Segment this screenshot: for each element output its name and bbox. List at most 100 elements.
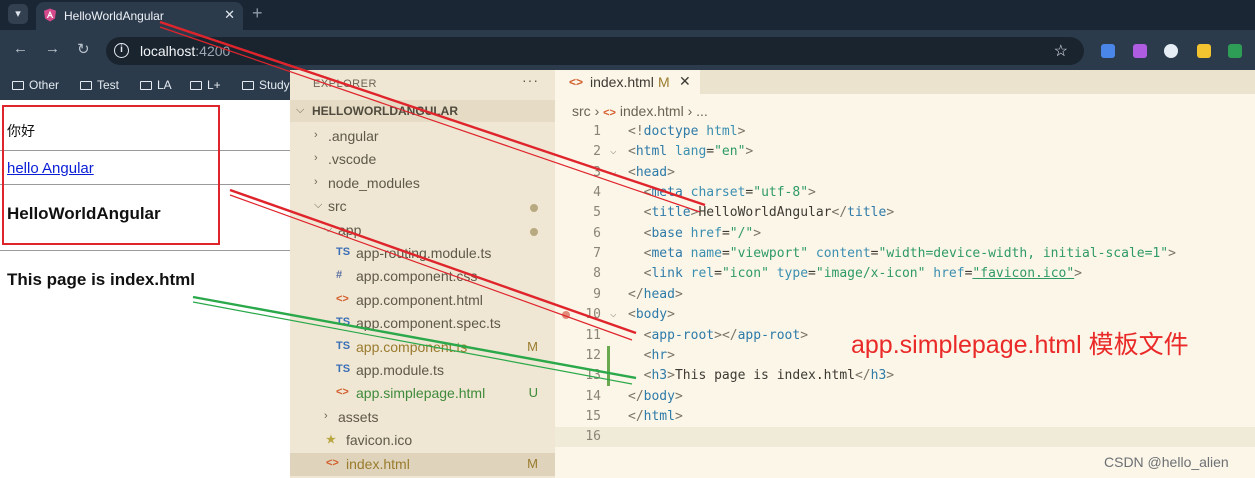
- file-tree-item[interactable]: TS app.module.ts: [290, 359, 555, 382]
- file-tree-item[interactable]: TS app.component.ts M: [290, 336, 555, 359]
- file-tree-item[interactable]: ⌵ app: [290, 219, 555, 242]
- code-line[interactable]: 7 <meta name="viewport" content="width=d…: [555, 244, 1255, 264]
- code-line[interactable]: 5 <title>HelloWorldAngular</title>: [555, 203, 1255, 223]
- html-file-icon: <>: [326, 456, 339, 469]
- file-tree-item[interactable]: TS app-routing.module.ts: [290, 242, 555, 265]
- extension-pen-icon[interactable]: [1133, 44, 1147, 58]
- folder-icon: [242, 81, 254, 90]
- extension-chrome-icon[interactable]: [1164, 44, 1178, 58]
- tab-search-chevron-icon[interactable]: ▾: [8, 4, 28, 24]
- line-source: <!doctype html>: [628, 124, 746, 139]
- chevron-right-icon: ›: [687, 103, 697, 119]
- file-tree-item[interactable]: ★ favicon.ico: [290, 429, 555, 452]
- git-change-marker: [607, 366, 610, 387]
- line-source: </body>: [628, 388, 683, 404]
- line-source: <title>HelloWorldAngular</title>: [643, 205, 895, 221]
- browser-tab[interactable]: HelloWorldAngular ✕: [36, 2, 243, 30]
- line-number: 4: [593, 185, 601, 201]
- file-tree-label: app-routing.module.ts: [356, 245, 492, 261]
- file-tree-label: .angular: [328, 128, 379, 144]
- line-number: 2: [593, 144, 601, 160]
- code-line[interactable]: 16: [555, 427, 1255, 448]
- breadcrumb-file[interactable]: index.html: [620, 103, 684, 119]
- extension-notes-icon[interactable]: [1197, 44, 1211, 58]
- file-tree-item[interactable]: <> app.component.html: [290, 289, 555, 312]
- file-tree-item[interactable]: TS app.component.spec.ts: [290, 312, 555, 335]
- bookmark-folder-lplus[interactable]: L+: [190, 78, 221, 92]
- editor-tab-index-html[interactable]: <> index.html M ✕: [555, 70, 700, 94]
- file-tree-item[interactable]: ⌵ src: [290, 195, 555, 218]
- forward-icon[interactable]: →: [45, 40, 60, 57]
- code-line[interactable]: 6 <base href="/">: [555, 224, 1255, 244]
- workspace-root[interactable]: ⌵ HELLOWORLDANGULAR: [290, 100, 555, 122]
- code-line[interactable]: 2 ⌵ <html lang="en">: [555, 142, 1255, 162]
- editor-area: <> index.html M ✕ src › <> index.html › …: [555, 70, 1255, 478]
- browser-toolbar: ← → ↻ i localhost:4200 ☆: [0, 30, 1255, 70]
- file-tree-label: app.simplepage.html: [356, 385, 486, 402]
- reload-icon[interactable]: ↻: [77, 40, 90, 58]
- file-tree-item[interactable]: <> index.html M: [290, 452, 555, 476]
- annotation-highlight-box: [2, 105, 220, 245]
- git-change-marker: [607, 345, 610, 366]
- code-line[interactable]: 1 <!doctype html>: [555, 122, 1255, 142]
- fold-chevron-icon[interactable]: ⌵: [610, 165, 617, 178]
- git-status-badge: M: [527, 455, 538, 471]
- angular-logo-icon: [44, 8, 56, 22]
- back-icon[interactable]: ←: [13, 40, 28, 57]
- bookmark-star-icon[interactable]: ☆: [1054, 41, 1068, 61]
- extension-sheets-icon[interactable]: [1228, 44, 1242, 58]
- code-line[interactable]: 8 <link rel="icon" type="image/x-icon" h…: [555, 264, 1255, 284]
- file-tree-item[interactable]: › .angular: [290, 125, 555, 148]
- more-actions-icon[interactable]: ···: [522, 72, 539, 88]
- fold-chevron-icon[interactable]: ⌵: [610, 144, 617, 157]
- line-source: <app-root></app-root>: [643, 327, 809, 343]
- line-source: <html lang="en">: [628, 144, 754, 160]
- file-tree-label: app.component.css: [356, 268, 478, 285]
- file-tree-label: app.component.ts: [356, 338, 468, 355]
- extension-docs-icon[interactable]: [1101, 44, 1115, 58]
- breadcrumb-symbols[interactable]: ...: [696, 103, 708, 119]
- line-number: 13: [585, 368, 601, 384]
- file-tree-item[interactable]: <> app.simplepage.html U: [290, 382, 555, 405]
- chevron-down-icon: ⌵: [314, 199, 323, 212]
- breadcrumb-src[interactable]: src: [572, 103, 591, 119]
- code-line[interactable]: 15 </html>: [555, 407, 1255, 427]
- folder-icon: [140, 81, 152, 90]
- file-tree-item[interactable]: › .vscode: [290, 148, 555, 171]
- code-line[interactable]: 14 </body>: [555, 387, 1255, 407]
- chevron-right-icon: ›: [314, 152, 318, 165]
- line-source: </html>: [628, 408, 683, 424]
- address-bar[interactable]: i localhost:4200 ☆: [106, 37, 1084, 65]
- code-line[interactable]: 4 <meta charset="utf-8">: [555, 183, 1255, 203]
- file-tree-item[interactable]: › assets: [290, 406, 555, 429]
- close-editor-icon[interactable]: ✕: [679, 73, 691, 90]
- code-line[interactable]: 10 ⌵ <body>: [555, 305, 1255, 325]
- bookmark-folder-other[interactable]: Other: [12, 78, 59, 92]
- browser-tab-strip: ▾ HelloWorldAngular ✕ +: [0, 0, 1255, 30]
- fold-chevron-icon[interactable]: ⌵: [610, 307, 617, 320]
- line-source: <link rel="icon" type="image/x-icon" hre…: [643, 266, 1082, 282]
- new-tab-icon[interactable]: +: [252, 3, 263, 24]
- file-tree-item[interactable]: # app.component.css: [290, 265, 555, 288]
- editor-tab-title: index.html: [590, 74, 654, 90]
- bookmark-folder-la[interactable]: LA: [140, 78, 172, 92]
- code-line[interactable]: 13 <h3>This page is index.html</h3>: [555, 366, 1255, 387]
- chevron-right-icon: ›: [324, 409, 328, 422]
- close-tab-icon[interactable]: ✕: [224, 7, 235, 23]
- ts-file-icon: TS: [336, 246, 351, 258]
- html-file-icon: <>: [336, 292, 349, 305]
- breakpoint-icon[interactable]: [562, 311, 570, 320]
- ts-file-icon: TS: [336, 316, 351, 329]
- url-text[interactable]: localhost:4200: [140, 43, 230, 59]
- file-tree-item[interactable]: › node_modules: [290, 172, 555, 195]
- site-info-icon[interactable]: i: [114, 43, 129, 58]
- bookmark-folder-study[interactable]: Study: [242, 78, 290, 92]
- code-line[interactable]: 9 </head>: [555, 285, 1255, 305]
- folder-icon: [190, 81, 202, 90]
- folder-icon: [12, 81, 24, 90]
- bookmark-folder-test[interactable]: Test: [80, 78, 119, 92]
- line-source: <meta name="viewport" content="width=dev…: [643, 246, 1176, 262]
- watermark: CSDN @hello_alien: [1104, 454, 1229, 470]
- code-line[interactable]: 3 ⌵ <head>: [555, 163, 1255, 183]
- chevron-right-icon: ›: [314, 129, 318, 141]
